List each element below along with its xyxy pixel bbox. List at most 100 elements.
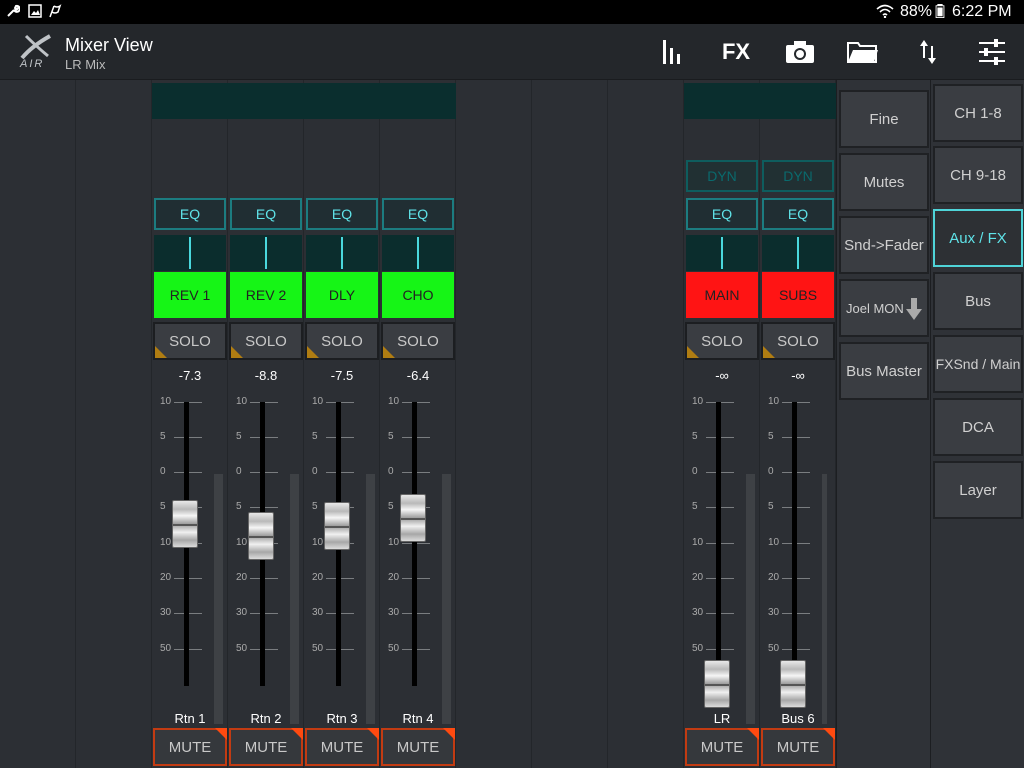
fx-button[interactable]: FX — [716, 34, 756, 70]
solo-indicator — [231, 346, 243, 358]
bus-master-button[interactable]: Bus Master — [839, 342, 929, 400]
channel-display — [380, 83, 456, 119]
channel-name-button[interactable]: REV 1 — [154, 272, 226, 318]
channel-strip: EQ CHO SOLO -6.4 10 5 0 5 10 20 30 50 Rtn 4 MUTE — [380, 80, 456, 768]
channel-name-button[interactable]: DLY — [306, 272, 378, 318]
solo-button[interactable]: SOLO — [381, 322, 455, 360]
channel-display — [228, 83, 304, 119]
mute-indicator — [367, 728, 379, 740]
fader-track — [792, 402, 797, 686]
layer-ch-9-18[interactable]: CH 9-18 — [933, 146, 1023, 204]
fader-knob[interactable] — [324, 502, 350, 550]
dyn-button[interactable]: DYN — [762, 160, 834, 192]
pan-control[interactable] — [230, 235, 302, 271]
fader-track — [716, 402, 721, 686]
level-readout: -8.8 — [254, 368, 278, 383]
channel-strip: EQ REV 2 SOLO -8.8 10 5 0 5 10 20 30 50 Rtn 2 MUTE — [228, 80, 304, 768]
channel-strip: DYN EQ MAIN SOLO -∞ 10 5 0 5 10 20 30 50 LR MUTE — [684, 80, 760, 768]
solo-button[interactable]: SOLO — [685, 322, 759, 360]
pan-control[interactable] — [762, 235, 834, 271]
channel-label: Rtn 4 — [402, 711, 434, 726]
mute-button[interactable]: MUTE — [685, 728, 759, 766]
snd-fader-button[interactable]: Snd->Fader — [839, 216, 929, 274]
channel-display — [152, 83, 228, 119]
level-readout: -6.4 — [406, 368, 430, 383]
pan-control[interactable] — [306, 235, 378, 271]
control-panel: Fine Mutes Snd->Fader Joel MON Bus Maste… — [836, 80, 930, 768]
snapshot-button[interactable] — [780, 34, 820, 70]
wifi-icon — [876, 4, 894, 18]
mute-button[interactable]: MUTE — [761, 728, 835, 766]
layer-panel: CH 1-8 CH 9-18 Aux / FX Bus FXSnd / Main… — [930, 80, 1024, 768]
mute-label: MUTE — [396, 738, 440, 756]
eq-button[interactable]: EQ — [762, 198, 834, 230]
solo-button[interactable]: SOLO — [761, 322, 835, 360]
mixer-workspace: EQ REV 1 SOLO -7.3 10 5 0 5 10 20 30 50 Rtn 1 MUTE EQ R… — [0, 80, 836, 768]
solo-button[interactable]: SOLO — [153, 322, 227, 360]
solo-button[interactable]: SOLO — [229, 322, 303, 360]
fader-track — [412, 402, 417, 686]
logo-text: AIR — [20, 58, 45, 70]
sliders-icon — [979, 39, 1005, 65]
dyn-button[interactable]: DYN — [686, 160, 758, 192]
pan-control[interactable] — [154, 235, 226, 271]
settings-button[interactable] — [972, 34, 1012, 70]
channel-display — [304, 83, 380, 119]
eq-button[interactable]: EQ — [306, 198, 378, 230]
channel-name-button[interactable]: CHO — [382, 272, 454, 318]
mutes-button[interactable]: Mutes — [839, 153, 929, 211]
meters-button[interactable] — [652, 34, 692, 70]
level-meter — [214, 474, 223, 724]
solo-indicator — [383, 346, 395, 358]
channel-strip: DYN EQ SUBS SOLO -∞ 10 5 0 5 10 20 30 50 Bus 6 MUTE — [760, 80, 836, 768]
empty-strip-slot — [608, 80, 684, 768]
fader-knob[interactable] — [172, 500, 198, 548]
channel-display — [684, 83, 760, 119]
camera-icon — [786, 41, 814, 63]
open-file-button[interactable] — [843, 34, 883, 70]
joel-mon-button[interactable]: Joel MON — [839, 279, 929, 337]
pan-indicator — [341, 237, 343, 269]
channel-name-button[interactable]: SUBS — [762, 272, 834, 318]
layer-ch-1-8[interactable]: CH 1-8 — [933, 84, 1023, 142]
page-title: Mixer View — [65, 35, 153, 55]
arrow-down-icon — [906, 298, 922, 320]
fader-knob[interactable] — [400, 494, 426, 542]
mute-button[interactable]: MUTE — [305, 728, 379, 766]
solo-label: SOLO — [397, 332, 439, 350]
fine-button[interactable]: Fine — [839, 90, 929, 148]
fader-knob[interactable] — [780, 660, 806, 708]
solo-button[interactable]: SOLO — [305, 322, 379, 360]
eq-button[interactable]: EQ — [382, 198, 454, 230]
layer-bus[interactable]: Bus — [933, 272, 1023, 330]
mute-label: MUTE — [320, 738, 364, 756]
layer-aux-fx[interactable]: Aux / FX — [933, 209, 1023, 267]
mute-button[interactable]: MUTE — [229, 728, 303, 766]
layer-layer[interactable]: Layer — [933, 461, 1023, 519]
eq-button[interactable]: EQ — [154, 198, 226, 230]
transfer-button[interactable] — [908, 34, 948, 70]
channel-label: Rtn 3 — [326, 711, 358, 726]
mute-button[interactable]: MUTE — [381, 728, 455, 766]
level-readout: -7.3 — [178, 368, 202, 383]
eq-button[interactable]: EQ — [230, 198, 302, 230]
layer-fxsnd-main[interactable]: FXSnd / Main — [933, 335, 1023, 393]
flag-icon — [49, 4, 62, 18]
channel-label: Rtn 1 — [174, 711, 206, 726]
level-meter — [822, 474, 827, 724]
solo-label: SOLO — [777, 332, 819, 350]
channel-label: LR — [713, 711, 731, 726]
mute-label: MUTE — [700, 738, 744, 756]
fader-knob[interactable] — [248, 512, 274, 560]
fader-knob[interactable] — [704, 660, 730, 708]
pan-control[interactable] — [382, 235, 454, 271]
channel-display — [760, 83, 836, 119]
pan-control[interactable] — [686, 235, 758, 271]
eq-button[interactable]: EQ — [686, 198, 758, 230]
channel-name-button[interactable]: MAIN — [686, 272, 758, 318]
pan-indicator — [417, 237, 419, 269]
layer-dca[interactable]: DCA — [933, 398, 1023, 456]
mute-button[interactable]: MUTE — [153, 728, 227, 766]
channel-name-button[interactable]: REV 2 — [230, 272, 302, 318]
channel-label: Bus 6 — [781, 711, 815, 726]
